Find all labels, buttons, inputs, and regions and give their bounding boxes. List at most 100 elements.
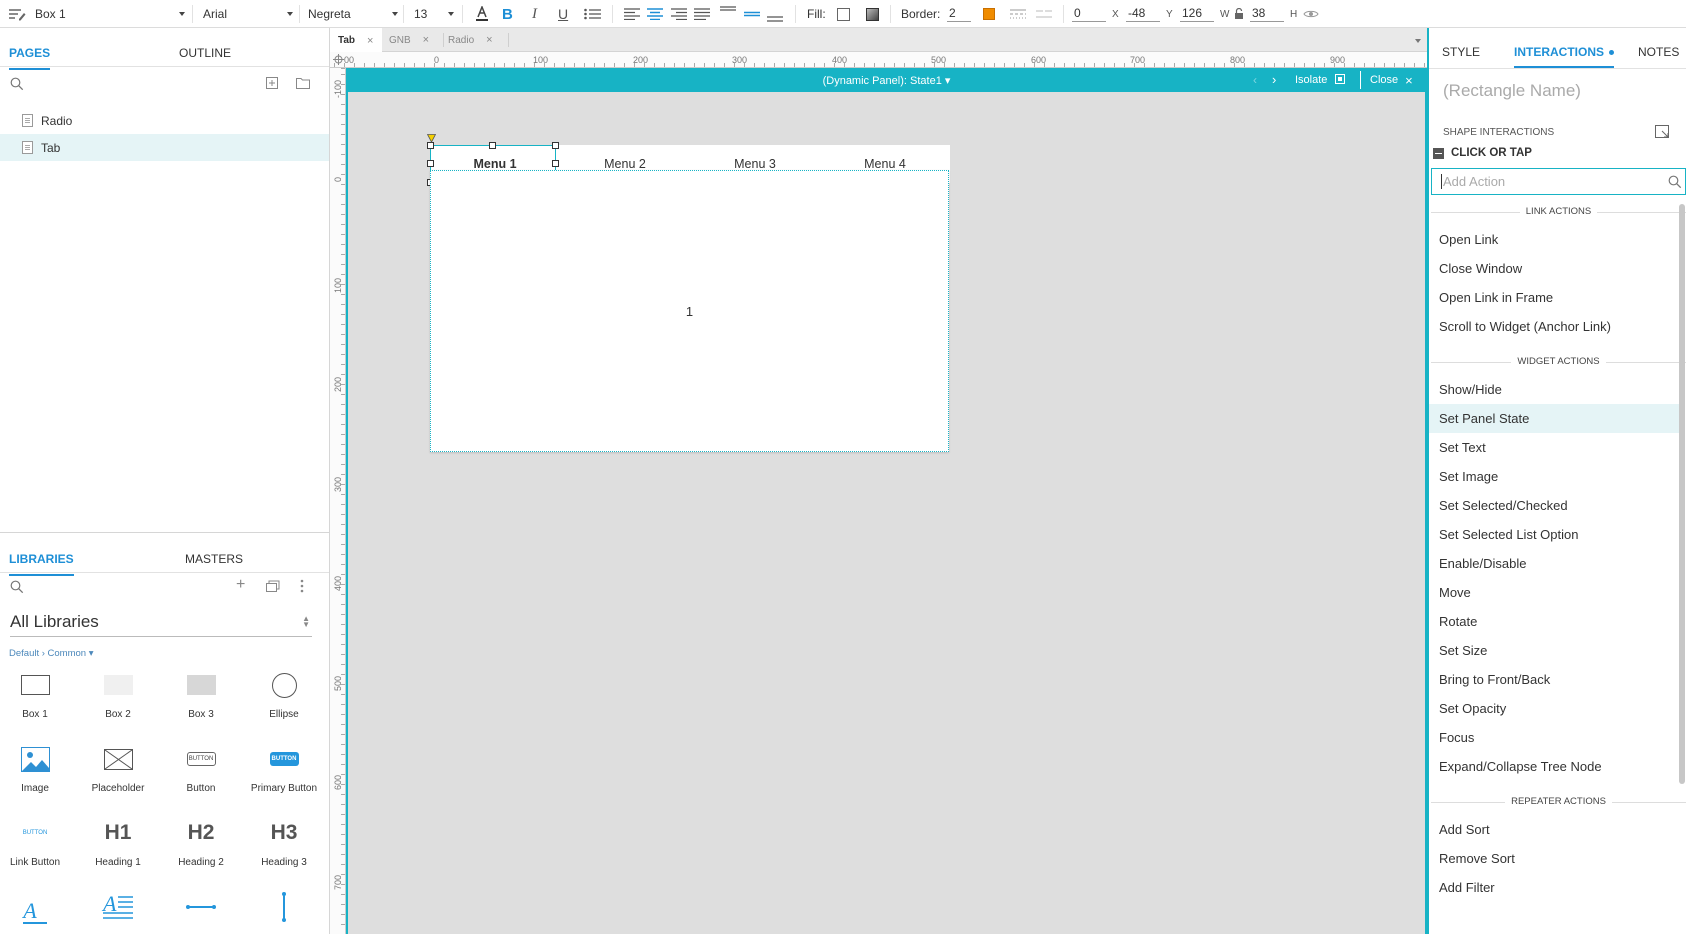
action-open-link[interactable]: Open Link: [1429, 225, 1681, 254]
close-icon[interactable]: ×: [486, 34, 492, 46]
valign-top-icon[interactable]: [720, 0, 736, 28]
action-rotate[interactable]: Rotate: [1429, 607, 1681, 636]
widget-placeholder[interactable]: Placeholder: [77, 742, 159, 794]
library-search[interactable]: [10, 574, 310, 600]
widget-horizontal-line[interactable]: [160, 890, 242, 931]
x-field[interactable]: 0 X: [1072, 0, 1119, 28]
valign-bottom-icon[interactable]: [767, 0, 783, 28]
add-action-input[interactable]: Add Action: [1431, 168, 1686, 195]
interaction-marker-icon[interactable]: [426, 132, 437, 146]
tab-libraries[interactable]: LIBRARIES: [9, 552, 74, 576]
align-left-icon[interactable]: [624, 0, 640, 28]
add-library-icon[interactable]: +: [236, 577, 245, 593]
action-set-panel-state[interactable]: Set Panel State: [1429, 404, 1681, 433]
widget-vertical-line[interactable]: [243, 890, 325, 931]
justify-icon[interactable]: [694, 0, 710, 28]
prev-state-icon[interactable]: ‹: [1253, 73, 1257, 87]
page-item-radio[interactable]: Radio: [0, 107, 329, 134]
action-add-sort[interactable]: Add Sort: [1429, 815, 1681, 844]
widget-image[interactable]: Image: [0, 742, 76, 794]
panel-content-box[interactable]: 1: [430, 170, 949, 452]
widget-ellipse[interactable]: Ellipse: [243, 668, 325, 720]
bold-icon[interactable]: B: [502, 0, 513, 28]
action-bring-to-front-back[interactable]: Bring to Front/Back: [1429, 665, 1681, 694]
add-folder-icon[interactable]: [296, 77, 310, 92]
pages-search[interactable]: [10, 71, 310, 97]
action-set-text[interactable]: Set Text: [1429, 433, 1681, 462]
action-enable-disable[interactable]: Enable/Disable: [1429, 549, 1681, 578]
action-focus[interactable]: Focus: [1429, 723, 1681, 752]
doc-tab-tab[interactable]: Tab ×: [330, 28, 382, 53]
visibility-eye-icon[interactable]: [1303, 0, 1319, 28]
rectangle-name-input[interactable]: (Rectangle Name): [1443, 81, 1581, 101]
widget-box1[interactable]: Box 1: [0, 668, 76, 720]
next-state-icon[interactable]: ›: [1272, 72, 1276, 87]
interaction-settings-icon[interactable]: [1655, 125, 1670, 142]
font-weight-select[interactable]: Negreta: [308, 0, 398, 28]
action-show-hide[interactable]: Show/Hide: [1429, 375, 1681, 404]
widget-button[interactable]: BUTTON Button: [160, 742, 242, 794]
widget-link-button[interactable]: BUTTON Link Button: [0, 816, 76, 868]
y-field[interactable]: -48 Y: [1126, 0, 1173, 28]
font-family-select[interactable]: Arial: [203, 0, 293, 28]
valign-middle-icon[interactable]: [744, 0, 760, 28]
shadow-icon[interactable]: [866, 0, 879, 28]
actions-scrollbar[interactable]: [1679, 204, 1685, 784]
tab-notes[interactable]: NOTES: [1638, 45, 1679, 59]
widget-box2[interactable]: Box 2: [77, 668, 159, 720]
widget-heading3[interactable]: H3 Heading 3: [243, 816, 325, 868]
action-set-selected-checked[interactable]: Set Selected/Checked: [1429, 491, 1681, 520]
h-field[interactable]: 38 H: [1250, 0, 1297, 28]
action-scroll-to-widget[interactable]: Scroll to Widget (Anchor Link): [1429, 312, 1681, 341]
add-page-icon[interactable]: [266, 77, 278, 92]
widget-style-icon[interactable]: [8, 0, 26, 28]
action-open-link-in-frame[interactable]: Open Link in Frame: [1429, 283, 1681, 312]
widget-paragraph[interactable]: A: [77, 890, 159, 931]
underline-icon[interactable]: U: [558, 0, 568, 28]
resize-handle[interactable]: [552, 142, 559, 149]
border-style-icon[interactable]: [1010, 0, 1026, 28]
widget-primary-button[interactable]: BUTTON Primary Button: [243, 742, 325, 794]
lock-aspect-icon[interactable]: [1234, 0, 1244, 28]
align-center-icon[interactable]: [647, 0, 663, 28]
action-expand-collapse-tree-node[interactable]: Expand/Collapse Tree Node: [1429, 752, 1681, 781]
library-menu-icon[interactable]: [300, 579, 304, 596]
doc-tab-radio[interactable]: Radio ×: [448, 28, 508, 52]
action-close-window[interactable]: Close Window: [1429, 254, 1681, 283]
action-set-size[interactable]: Set Size: [1429, 636, 1681, 665]
action-set-selected-list-option[interactable]: Set Selected List Option: [1429, 520, 1681, 549]
fill-color-icon[interactable]: [837, 0, 850, 28]
action-remove-sort[interactable]: Remove Sort: [1429, 844, 1681, 873]
library-breadcrumb[interactable]: Default › Common ▾: [9, 648, 94, 659]
tab-interactions[interactable]: INTERACTIONS: [1514, 45, 1615, 68]
tabs-overflow-icon[interactable]: [1415, 39, 1421, 43]
font-size-select[interactable]: 13: [414, 0, 454, 28]
widget-box3[interactable]: Box 3: [160, 668, 242, 720]
border-width-field[interactable]: 2: [947, 0, 971, 28]
bullet-list-icon[interactable]: [584, 0, 601, 28]
doc-tab-gnb[interactable]: GNB ×: [389, 28, 445, 52]
align-right-icon[interactable]: [671, 0, 687, 28]
action-move[interactable]: Move: [1429, 578, 1681, 607]
tab-pages[interactable]: PAGES: [9, 46, 51, 70]
isolate-button[interactable]: Isolate: [1295, 68, 1346, 92]
border-color-icon[interactable]: [983, 0, 995, 28]
page-item-tab[interactable]: Tab: [0, 134, 329, 161]
action-set-opacity[interactable]: Set Opacity: [1429, 694, 1681, 723]
action-set-image[interactable]: Set Image: [1429, 462, 1681, 491]
close-panel-button[interactable]: Close ×: [1370, 68, 1413, 92]
widget-heading2[interactable]: H2 Heading 2: [160, 816, 242, 868]
widget-text-label[interactable]: A: [0, 890, 76, 931]
close-icon[interactable]: ×: [367, 35, 373, 47]
font-color-icon[interactable]: [475, 0, 489, 28]
library-select[interactable]: All Libraries ▲ ▼: [10, 611, 312, 637]
italic-icon[interactable]: I: [532, 0, 537, 28]
border-visibility-icon[interactable]: [1036, 0, 1052, 28]
panel-state-selector[interactable]: (Dynamic Panel): State1 ▾: [346, 68, 1427, 92]
resize-handle[interactable]: [427, 160, 434, 167]
close-icon[interactable]: ×: [423, 34, 429, 46]
action-add-filter[interactable]: Add Filter: [1429, 873, 1681, 902]
library-copy-icon[interactable]: [266, 580, 280, 595]
tab-style[interactable]: STYLE: [1442, 45, 1480, 59]
event-click-or-tap[interactable]: CLICK OR TAP: [1433, 147, 1532, 159]
